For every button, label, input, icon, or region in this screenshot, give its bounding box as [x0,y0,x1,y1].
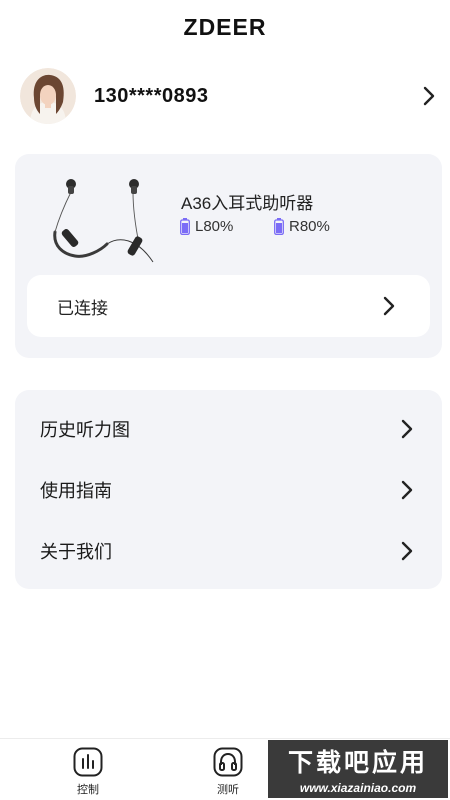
connection-status-row[interactable]: 已连接 [27,275,430,337]
battery-left: L80% [180,218,233,235]
profile-row[interactable]: 130****0893 [20,66,440,126]
watermark-title: 下载吧应用 [287,749,428,777]
nav-tab-label: 控制 [77,784,99,796]
battery-left-label: L80% [195,218,234,235]
chevron-right-icon[interactable] [396,540,418,562]
nav-tab-label: 测听 [217,784,239,796]
menu-item-label: 使用指南 [40,480,112,501]
nav-tab-hearing-test[interactable]: 测听 [198,747,258,797]
chevron-right-icon[interactable] [378,295,400,317]
phone-number: 130****0893 [94,84,209,107]
menu-card: 历史听力图 使用指南 关于我们 [15,390,442,589]
chevron-right-icon[interactable] [396,479,418,501]
avatar[interactable] [20,68,76,124]
battery-icon [180,218,190,235]
battery-right-label: R80% [289,218,330,235]
equalizer-icon [73,747,103,777]
chevron-right-icon[interactable] [418,85,440,107]
menu-item-hearing-history[interactable]: 历史听力图 [15,398,442,459]
connection-status-label: 已连接 [57,298,108,318]
battery-right: R80% [274,218,330,235]
watermark-logo: 下载吧应用 www.xiazainiao.com [268,740,448,798]
app-title: ZDEER [183,14,267,40]
menu-item-label: 历史听力图 [40,419,130,440]
menu-item-about-us[interactable]: 关于我们 [15,520,442,581]
watermark-url: www.xiazainiao.com [299,781,417,795]
menu-item-user-guide[interactable]: 使用指南 [15,459,442,520]
battery-icon [274,218,284,235]
chevron-right-icon[interactable] [396,418,418,440]
headphones-icon [213,747,243,777]
nav-tab-control[interactable]: 控制 [58,747,118,797]
earphone-image [49,168,159,264]
menu-item-label: 关于我们 [40,541,112,562]
device-name: A36入耳式助听器 [181,194,314,213]
device-card: A36入耳式助听器 L80% R80% 已连接 [15,154,442,358]
